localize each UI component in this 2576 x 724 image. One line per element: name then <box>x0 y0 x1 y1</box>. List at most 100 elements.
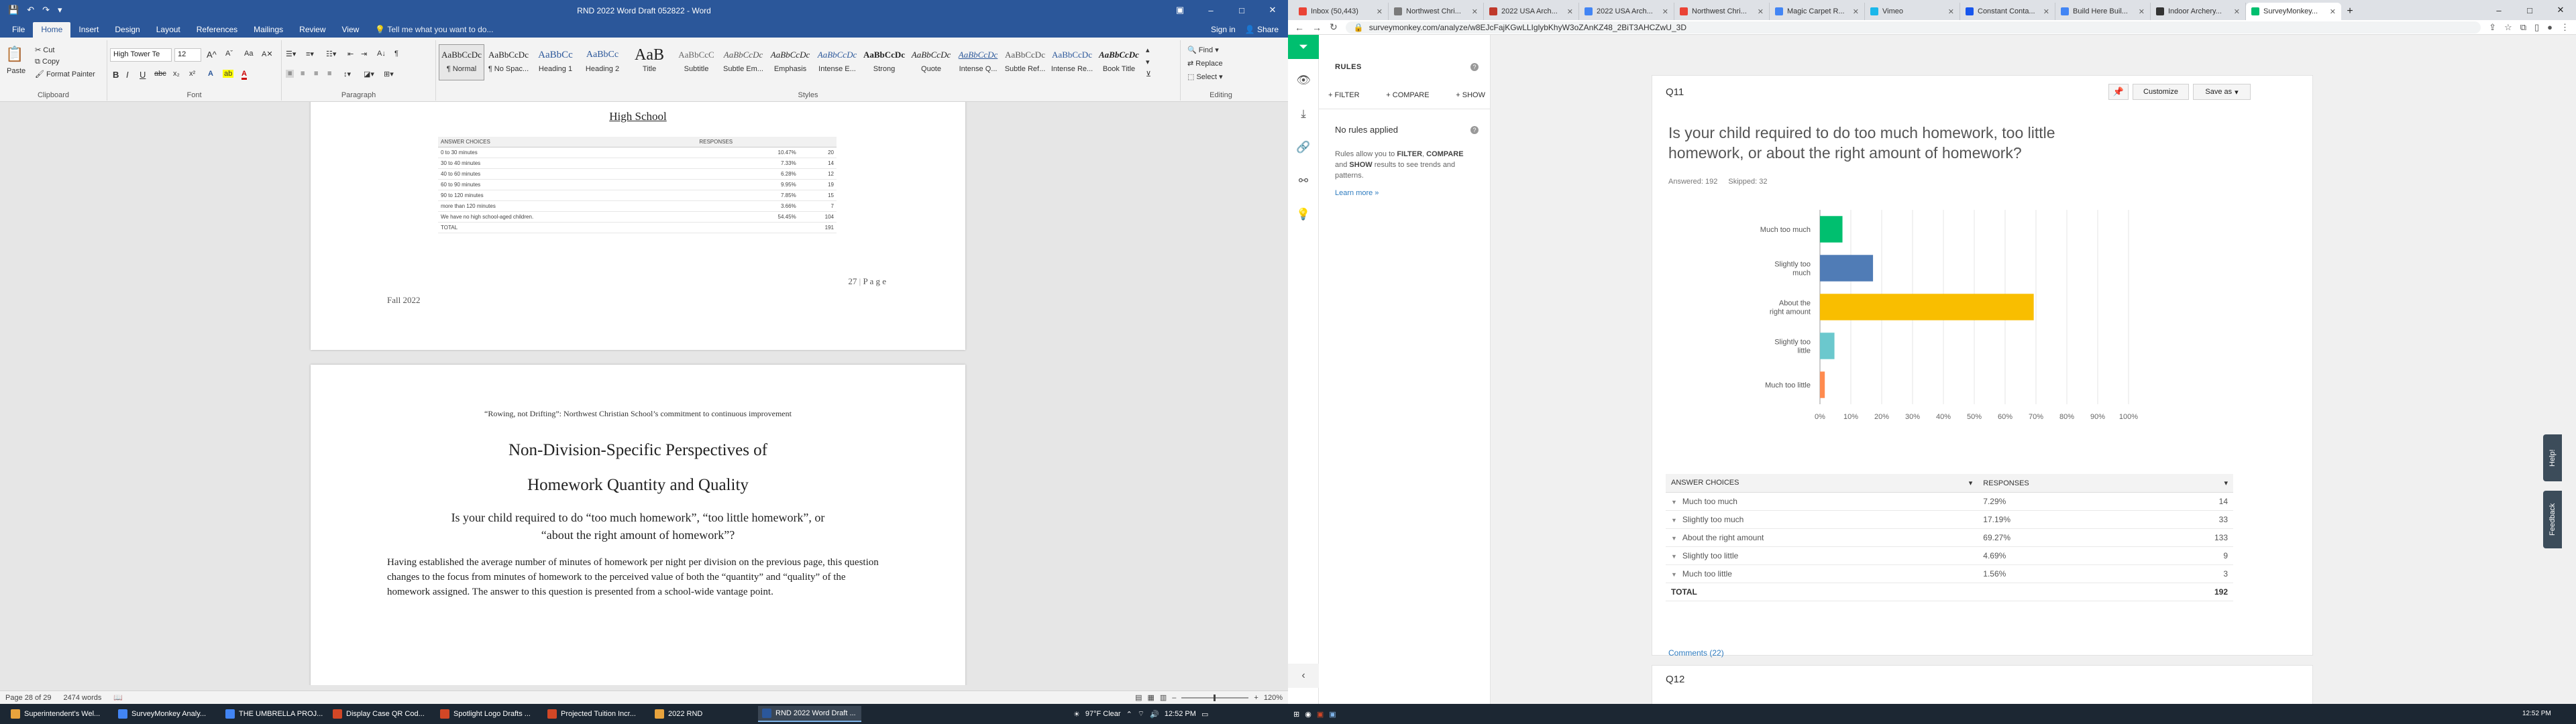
zoom-level[interactable]: 120% <box>1264 694 1283 702</box>
tab-view[interactable]: View <box>334 22 368 38</box>
font-size-box[interactable]: 12 <box>174 48 201 62</box>
print-layout-icon[interactable]: ▦ <box>1147 693 1154 702</box>
styles-scroll-up-icon[interactable]: ▴ <box>1146 46 1150 54</box>
profile-icon[interactable]: ● <box>2547 22 2553 33</box>
document-page[interactable]: “Rowing, not Drifting”: Northwest Christ… <box>311 365 965 685</box>
style-subtitle[interactable]: AaBbCcC Subtitle <box>674 44 719 80</box>
tell-me-box[interactable]: 💡 Tell me what you want to do... <box>367 22 501 38</box>
download-icon[interactable]: ⤓ <box>1288 102 1319 126</box>
bold-button[interactable]: B <box>113 70 119 80</box>
font-color-icon[interactable]: A <box>241 70 247 80</box>
justify-icon[interactable]: ≡ <box>327 70 331 78</box>
web-layout-icon[interactable]: ▥ <box>1160 693 1167 702</box>
table-header[interactable]: ▾ <box>2148 474 2233 493</box>
save-icon[interactable]: 💾 <box>8 5 19 15</box>
style-subtle-reference[interactable]: AaBbCcDc Subtle Ref... <box>1002 44 1048 80</box>
table-header[interactable]: RESPONSES <box>1978 474 2149 493</box>
align-left-icon[interactable]: ≡ <box>286 70 294 78</box>
tab-home[interactable]: Home <box>33 22 71 38</box>
bar-5[interactable] <box>1820 371 1825 398</box>
word-icon[interactable]: ▣ <box>1329 710 1336 719</box>
sort-icon[interactable]: A↓ <box>377 50 386 58</box>
zoom-out-button[interactable]: – <box>1172 694 1176 702</box>
expand-caret-icon[interactable]: ▼ <box>1671 553 1677 560</box>
taskbar-app[interactable]: Display Case QR Cod... <box>329 706 432 722</box>
close-tab-icon[interactable]: ✕ <box>1948 7 1954 16</box>
tab-review[interactable]: Review <box>291 22 333 38</box>
select-button[interactable]: ⬚ Select ▾ <box>1187 72 1223 81</box>
style-emphasis[interactable]: AaBbCcDc Emphasis <box>767 44 813 80</box>
bullets-icon[interactable]: ☰▾ <box>286 50 296 58</box>
bar-4[interactable] <box>1820 333 1835 359</box>
close-tab-icon[interactable]: ✕ <box>2234 7 2240 16</box>
tab-file[interactable]: File <box>4 22 33 38</box>
style-heading-1[interactable]: AaBbCc Heading 1 <box>533 44 578 80</box>
pilcrow-icon[interactable]: ¶ <box>394 50 398 58</box>
taskbar-app[interactable]: Projected Tuition Incr... <box>543 706 647 722</box>
lightbulb-icon[interactable]: 💡 <box>1288 202 1319 227</box>
paste-button[interactable]: Paste <box>7 67 25 75</box>
align-right-icon[interactable]: ≡ <box>314 70 318 78</box>
close-tab-icon[interactable]: ✕ <box>2139 7 2145 16</box>
results-area[interactable]: Q11 📌 Customize Save as ▾ Is your child r… <box>1491 35 2576 704</box>
menu-kebab-icon[interactable]: ⋮ <box>2561 22 2569 33</box>
help-icon[interactable]: ? <box>1470 126 1479 134</box>
link-icon[interactable]: 🔗 <box>1288 135 1319 160</box>
close-button[interactable]: ✕ <box>2545 0 2576 20</box>
powerpoint-icon[interactable]: ▣ <box>1317 710 1324 719</box>
close-button[interactable]: ✕ <box>1257 0 1288 20</box>
browser-tab[interactable]: Inbox (50,443) ✕ <box>1293 3 1389 20</box>
weather-text[interactable]: 97°F Clear <box>1085 710 1121 718</box>
pin-icon[interactable]: 📌 <box>2108 84 2129 100</box>
close-tab-icon[interactable]: ✕ <box>1377 7 1383 16</box>
customize-button[interactable]: Customize <box>2133 84 2189 100</box>
add-show-button[interactable]: + SHOW <box>1456 91 1485 99</box>
eye-icon[interactable]: 👁 <box>1288 68 1319 93</box>
taskbar-app[interactable]: Superintendent's Wel... <box>7 706 110 722</box>
tab-mailings[interactable]: Mailings <box>246 22 291 38</box>
help-tab[interactable]: Help! <box>2543 434 2562 481</box>
tab-insert[interactable]: Insert <box>70 22 107 38</box>
taskbar-app[interactable]: Spotlight Logo Drafts ... <box>436 706 539 722</box>
replace-button[interactable]: ⇄ Replace <box>1187 59 1223 68</box>
volume-icon[interactable]: 🔊 <box>1150 710 1159 719</box>
taskbar-app[interactable]: SurveyMonkey Analy... <box>114 706 217 722</box>
close-tab-icon[interactable]: ✕ <box>1758 7 1764 16</box>
style-intense-quote[interactable]: AaBbCcDc Intense Q... <box>955 44 1001 80</box>
comments-link[interactable]: Comments (22) <box>1668 648 1724 658</box>
feedback-tab[interactable]: Feedback <box>2543 491 2562 548</box>
taskbar-app[interactable]: THE UMBRELLA PROJ... <box>221 706 325 722</box>
forward-icon[interactable]: → <box>1312 22 1322 33</box>
clear-format-icon[interactable]: A✕ <box>262 50 273 58</box>
collapse-panel-icon[interactable]: ‹ <box>1288 664 1319 688</box>
expand-caret-icon[interactable]: ▼ <box>1671 535 1677 542</box>
filter-funnel-icon[interactable]: ⏷ <box>1288 35 1319 59</box>
share-icon[interactable]: ⇪ <box>2489 22 2496 33</box>
grow-font-icon[interactable]: A^ <box>207 50 217 60</box>
notification-icon[interactable]: ▭ <box>1201 710 1208 719</box>
sign-in-link[interactable]: Sign in <box>1211 25 1236 34</box>
highlight-icon[interactable]: ab <box>223 70 234 78</box>
bookmark-star-icon[interactable]: ☆ <box>2504 22 2512 33</box>
paste-icon[interactable]: 📋 <box>5 46 23 63</box>
style-normal[interactable]: AaBbCcDc ¶ Normal <box>439 44 484 80</box>
shading-icon[interactable]: ◪▾ <box>364 70 374 78</box>
browser-tab[interactable]: Build Here Buil... ✕ <box>2055 3 2151 20</box>
reload-icon[interactable]: ↻ <box>1330 21 1338 33</box>
zoom-slider-thumb[interactable] <box>1214 694 1216 701</box>
clock[interactable]: 12:52 PM <box>2522 710 2551 718</box>
strikethrough-button[interactable]: abc <box>154 70 166 78</box>
taskbar-app[interactable]: RND 2022 Word Draft ... <box>758 706 861 722</box>
minimize-button[interactable]: – <box>2483 0 2514 20</box>
close-tab-icon[interactable]: ✕ <box>1853 7 1859 16</box>
browser-tab[interactable]: 2022 USA Arch... ✕ <box>1579 3 1674 20</box>
change-case-icon[interactable]: Aa <box>244 50 253 58</box>
chrome-icon[interactable]: ◉ <box>1305 710 1311 719</box>
document-canvas[interactable]: High School ANSWER CHOICES RESPONSES 0 t… <box>0 102 1288 685</box>
browser-tab[interactable]: Vimeo ✕ <box>1865 3 1960 20</box>
close-tab-icon[interactable]: ✕ <box>1567 7 1573 16</box>
style-title[interactable]: AaB Title <box>627 44 672 80</box>
style-intense-emphasis[interactable]: AaBbCcDc Intense E... <box>814 44 860 80</box>
style-no-spacing[interactable]: AaBbCcDc ¶ No Spac... <box>486 44 531 80</box>
expand-caret-icon[interactable]: ▼ <box>1671 499 1677 505</box>
